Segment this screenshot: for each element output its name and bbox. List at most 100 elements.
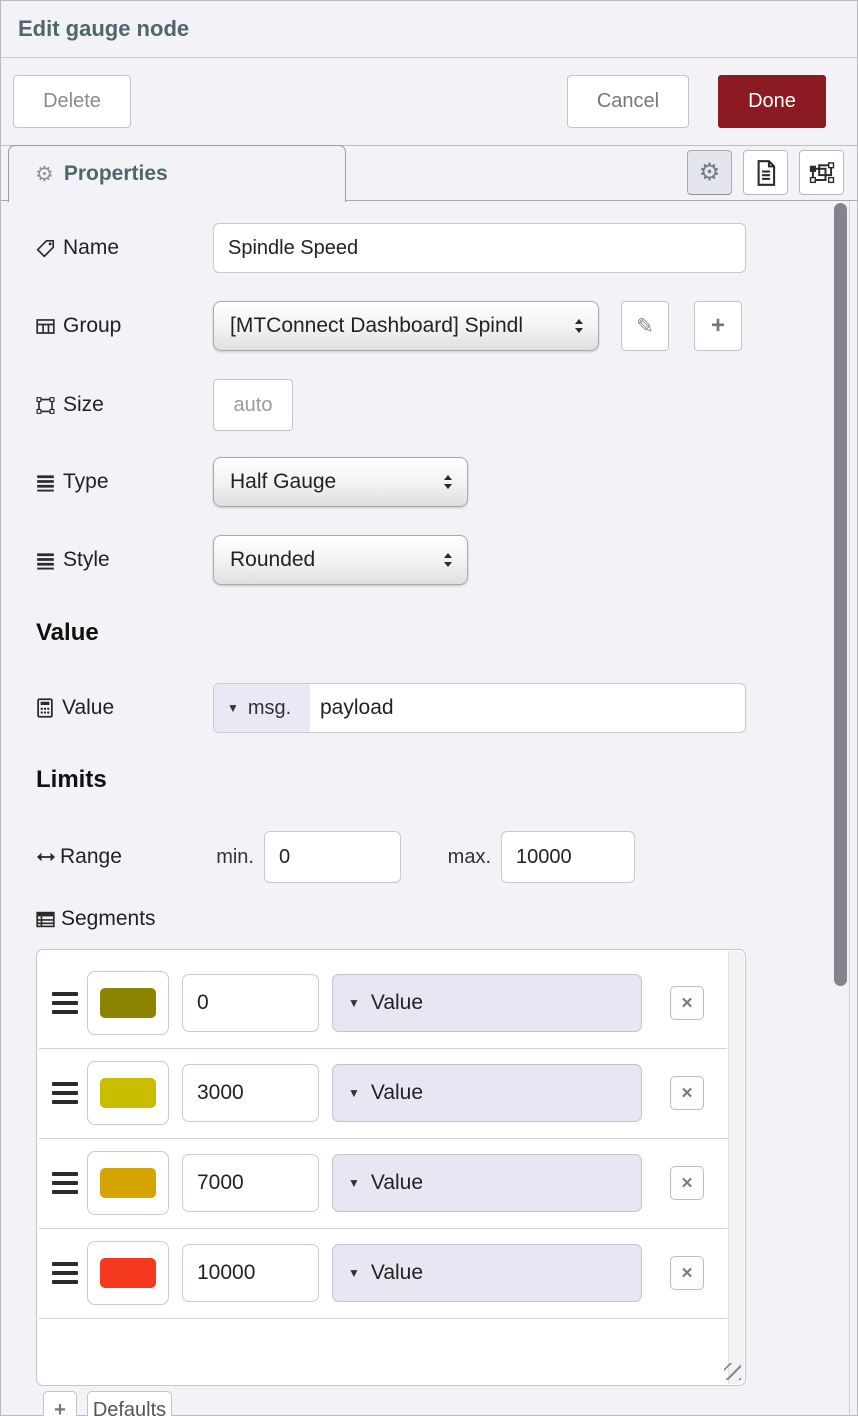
close-icon: ✕ bbox=[681, 1264, 694, 1282]
segment-value-input[interactable] bbox=[182, 974, 319, 1032]
vertical-scrollbar[interactable] bbox=[834, 203, 847, 986]
segment-value-input[interactable] bbox=[182, 1154, 319, 1212]
drag-handle-icon[interactable] bbox=[52, 1172, 78, 1194]
range-row: Range min. max. bbox=[1, 831, 849, 883]
segment-type-label: Value bbox=[371, 1081, 423, 1105]
description-view-button[interactable] bbox=[743, 150, 788, 195]
table-list-icon bbox=[36, 911, 55, 928]
gear-icon: ⚙ bbox=[699, 158, 721, 187]
type-select-value: Half Gauge bbox=[230, 470, 441, 494]
value-typed-input: ▼ msg. bbox=[213, 683, 746, 733]
segment-color-button[interactable] bbox=[87, 971, 169, 1035]
add-group-button[interactable]: + bbox=[694, 301, 742, 351]
segment-row: ▼ Value ✕ bbox=[37, 1048, 729, 1138]
value-type-chip-label: msg. bbox=[248, 697, 291, 720]
segment-type-select[interactable]: ▼ Value bbox=[332, 1154, 642, 1212]
range-max-input[interactable] bbox=[501, 831, 635, 883]
close-icon: ✕ bbox=[681, 994, 694, 1012]
segment-type-select[interactable]: ▼ Value bbox=[332, 974, 642, 1032]
segment-color-swatch bbox=[100, 1258, 156, 1288]
value-label: Value bbox=[62, 696, 114, 720]
edit-gauge-node-dialog: { "dialog": { "title": "Edit gauge node"… bbox=[0, 0, 858, 1416]
select-arrows-icon bbox=[441, 472, 455, 492]
value-label-group: Value bbox=[36, 683, 114, 733]
pencil-icon: ✎ bbox=[636, 314, 654, 339]
segment-color-swatch bbox=[100, 988, 156, 1018]
segment-type-label: Value bbox=[371, 1261, 423, 1285]
value-type-chip[interactable]: ▼ msg. bbox=[214, 684, 310, 732]
properties-view-button[interactable]: ⚙ bbox=[687, 150, 732, 195]
segment-color-button[interactable] bbox=[87, 1151, 169, 1215]
size-auto-button[interactable]: auto bbox=[213, 379, 293, 431]
name-input[interactable] bbox=[213, 223, 746, 273]
type-select[interactable]: Half Gauge bbox=[213, 457, 468, 507]
select-arrows-icon bbox=[441, 550, 455, 570]
segment-color-button[interactable] bbox=[87, 1241, 169, 1305]
edit-group-button[interactable]: ✎ bbox=[621, 301, 669, 351]
type-row: Type Half Gauge bbox=[1, 457, 849, 507]
segment-type-label: Value bbox=[371, 1171, 423, 1195]
range-label: Range bbox=[60, 845, 122, 869]
style-select[interactable]: Rounded bbox=[213, 535, 468, 585]
tag-icon bbox=[36, 239, 55, 258]
tab-bar: ⚙ Properties ⚙ bbox=[1, 145, 857, 201]
segments-label: Segments bbox=[61, 907, 156, 931]
drag-handle-icon[interactable] bbox=[52, 1262, 78, 1284]
size-row: Size auto bbox=[1, 379, 849, 431]
group-label: Group bbox=[63, 314, 121, 338]
segments-scrollbar[interactable] bbox=[728, 951, 744, 1384]
segment-color-swatch bbox=[100, 1078, 156, 1108]
remove-segment-button[interactable]: ✕ bbox=[670, 1166, 704, 1200]
cancel-button[interactable]: Cancel bbox=[567, 75, 689, 128]
appearance-view-button[interactable] bbox=[799, 150, 844, 195]
tab-properties[interactable]: ⚙ Properties bbox=[8, 145, 346, 202]
tray-toolbar: Delete Cancel Done bbox=[1, 58, 857, 146]
drag-handle-icon[interactable] bbox=[52, 992, 78, 1014]
style-row: Style Rounded bbox=[1, 535, 849, 585]
name-row: Name bbox=[1, 223, 849, 273]
group-select[interactable]: [MTConnect Dashboard] Spindl bbox=[213, 301, 599, 351]
chevron-down-icon: ▼ bbox=[348, 1086, 360, 1100]
segment-type-select[interactable]: ▼ Value bbox=[332, 1064, 642, 1122]
segment-color-button[interactable] bbox=[87, 1061, 169, 1125]
remove-segment-button[interactable]: ✕ bbox=[670, 1256, 704, 1290]
segments-header-row: Segments bbox=[1, 903, 849, 935]
dialog-title: Edit gauge node bbox=[18, 16, 189, 42]
name-label-group: Name bbox=[36, 223, 119, 273]
drag-handle-icon[interactable] bbox=[52, 1082, 78, 1104]
value-section-heading: Value bbox=[36, 619, 99, 647]
segment-row: ▼ Value ✕ bbox=[37, 958, 729, 1048]
defaults-button[interactable]: Defaults bbox=[87, 1391, 172, 1416]
limits-section-heading: Limits bbox=[36, 766, 107, 794]
remove-segment-button[interactable]: ✕ bbox=[670, 1076, 704, 1110]
gear-icon: ⚙ bbox=[35, 164, 54, 185]
dialog-header: Edit gauge node bbox=[1, 1, 857, 58]
value-property-input[interactable] bbox=[310, 684, 745, 732]
tab-properties-label: Properties bbox=[64, 162, 168, 186]
segment-type-select[interactable]: ▼ Value bbox=[332, 1244, 642, 1302]
close-icon: ✕ bbox=[681, 1084, 694, 1102]
row-divider bbox=[39, 1318, 727, 1319]
segment-value-input[interactable] bbox=[182, 1244, 319, 1302]
value-row: Value ▼ msg. bbox=[1, 683, 849, 733]
done-button[interactable]: Done bbox=[718, 75, 826, 128]
segment-row: ▼ Value ✕ bbox=[37, 1228, 729, 1318]
segment-value-input[interactable] bbox=[182, 1064, 319, 1122]
style-label-group: Style bbox=[36, 535, 110, 585]
document-icon bbox=[754, 159, 778, 187]
add-segment-button[interactable]: + bbox=[43, 1391, 77, 1416]
type-label-group: Type bbox=[36, 457, 109, 507]
group-label-group: Group bbox=[36, 301, 121, 351]
plus-icon: + bbox=[711, 312, 725, 340]
segments-label-group: Segments bbox=[36, 903, 156, 935]
range-min-input[interactable] bbox=[264, 831, 401, 883]
close-icon: ✕ bbox=[681, 1174, 694, 1192]
remove-segment-button[interactable]: ✕ bbox=[670, 986, 704, 1020]
chevron-down-icon: ▼ bbox=[348, 1176, 360, 1190]
name-label: Name bbox=[63, 236, 119, 260]
delete-button[interactable]: Delete bbox=[13, 75, 131, 128]
group-select-value: [MTConnect Dashboard] Spindl bbox=[230, 314, 572, 338]
type-label: Type bbox=[63, 470, 109, 494]
chevron-down-icon: ▼ bbox=[348, 996, 360, 1010]
resize-handle[interactable] bbox=[724, 1363, 741, 1380]
